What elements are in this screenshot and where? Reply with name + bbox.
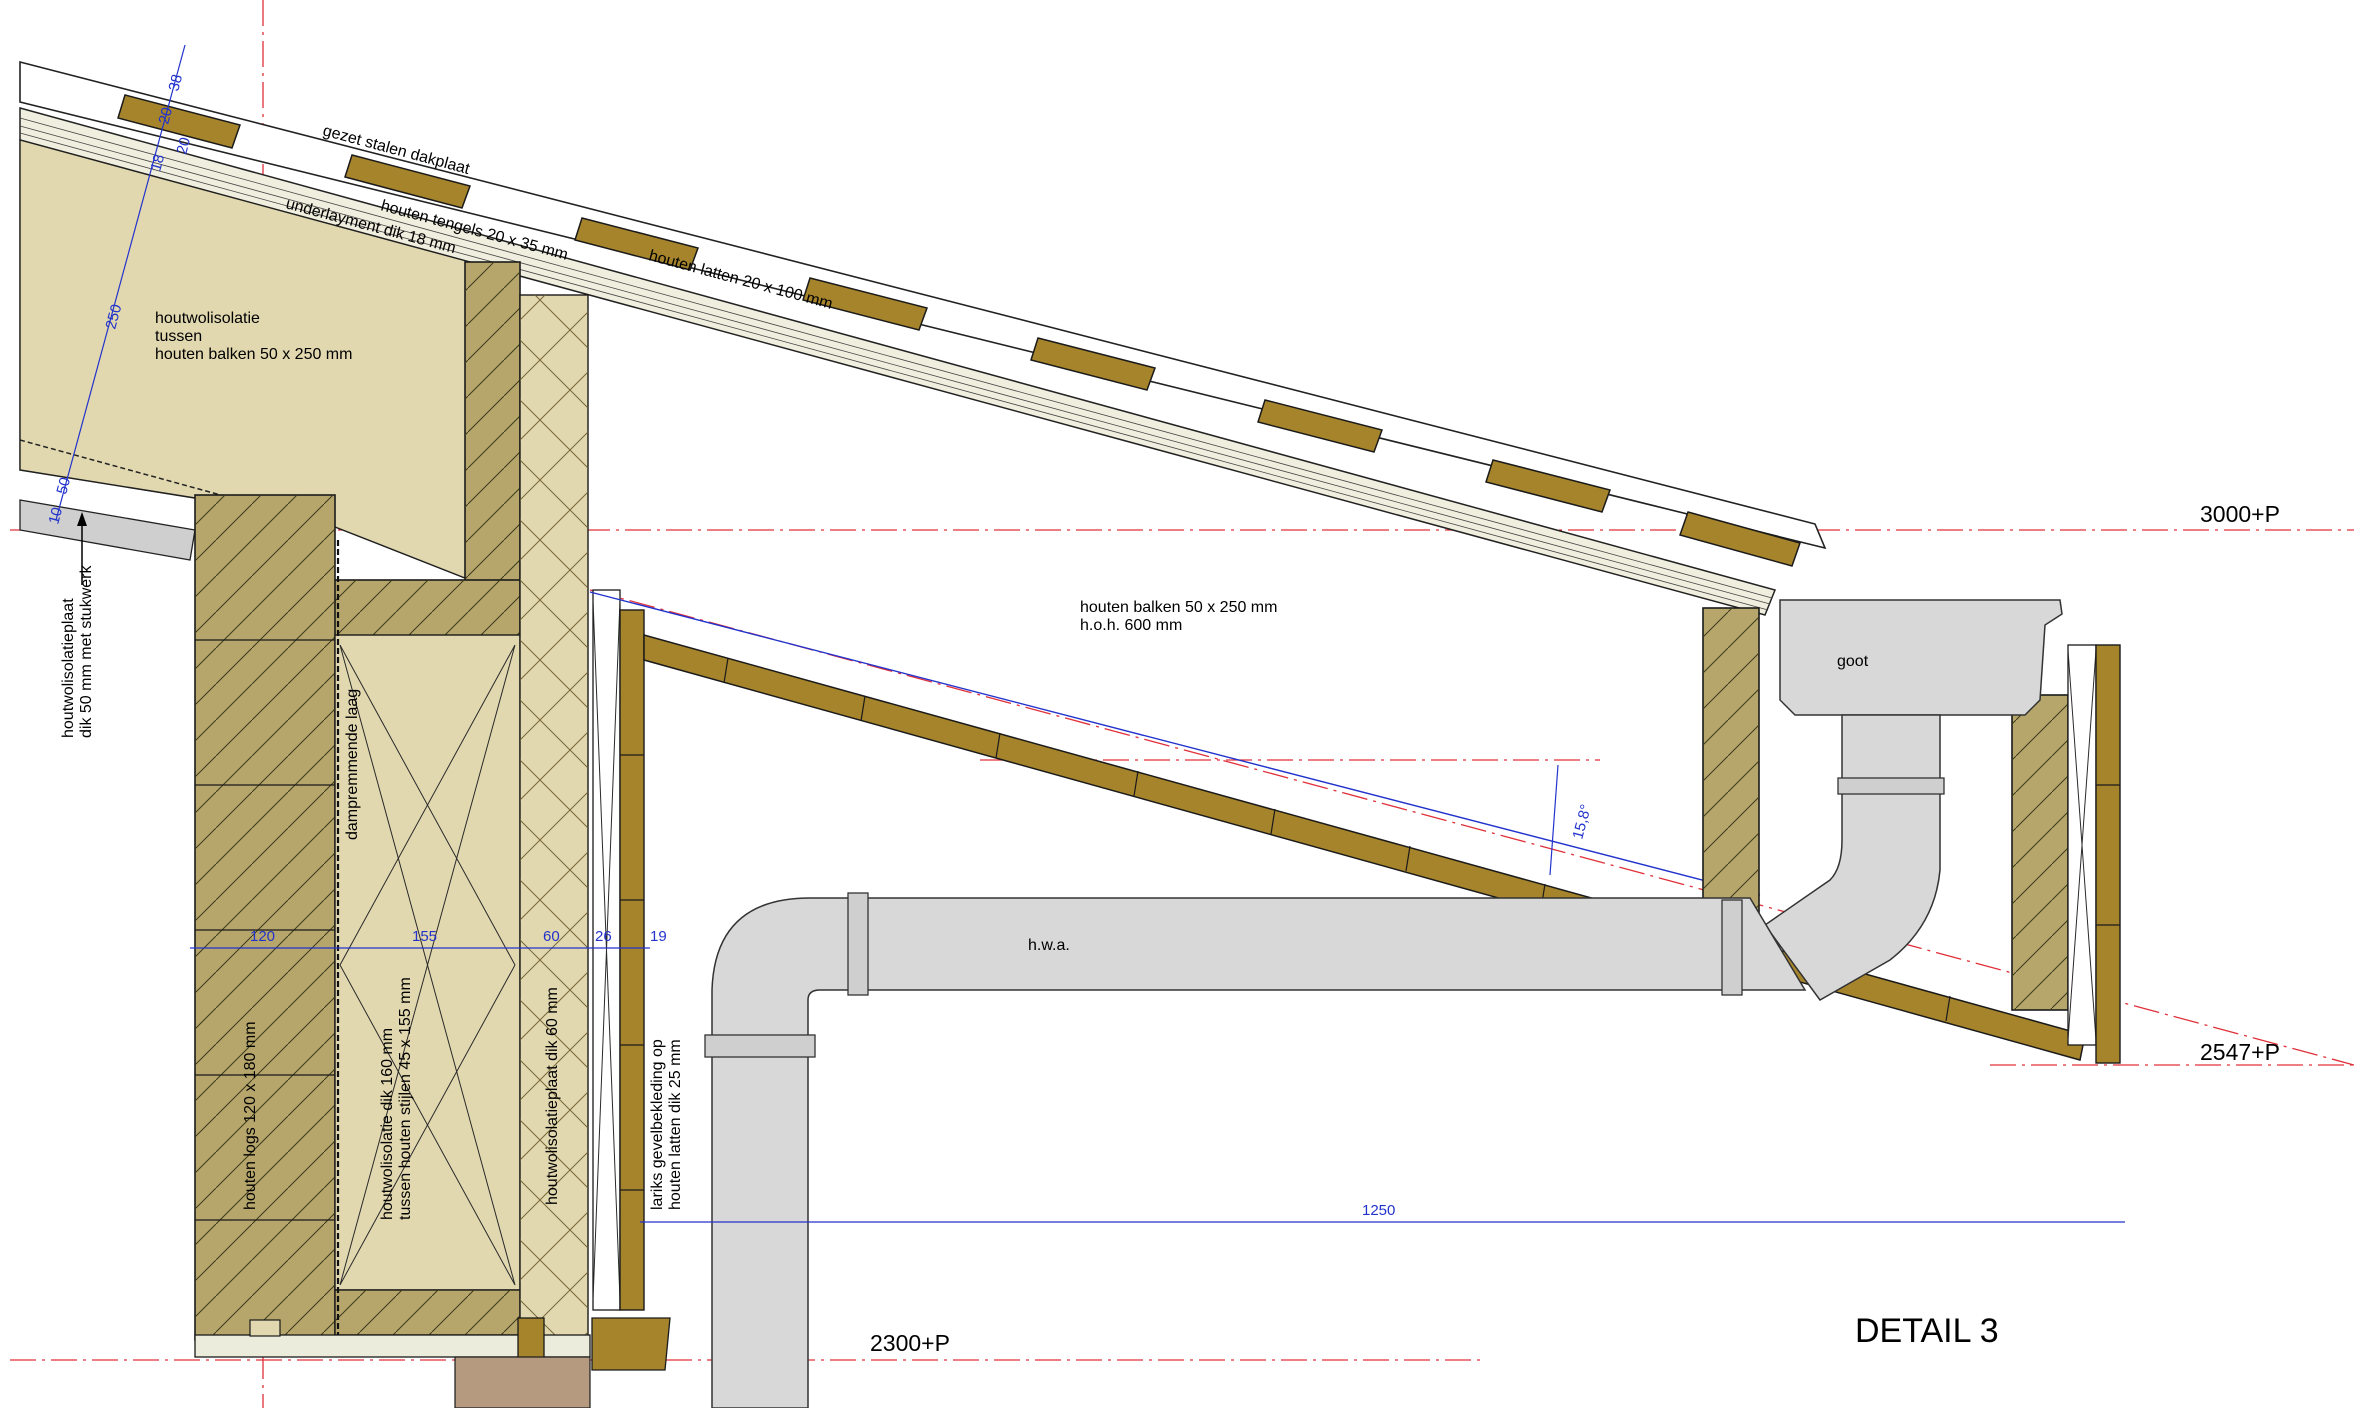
- level-floor: 2300+P: [870, 1330, 950, 1356]
- label-cladding-line1: lariks gevelbekleding op: [649, 1039, 666, 1210]
- label-downpipe: h.w.a.: [1028, 937, 1070, 954]
- dim-roof-38: 38: [165, 73, 186, 94]
- level-top: 3000+P: [2200, 501, 2280, 527]
- dim-wall-60: 60: [543, 928, 560, 945]
- larch-cladding: [619, 609, 645, 1311]
- label-logs: houten logs 120 x 180 mm: [242, 1021, 259, 1210]
- label-insulation-line1: houtwolisolatie: [155, 310, 260, 327]
- label-gutter: goot: [1837, 653, 1869, 670]
- foundation: [454, 1356, 591, 1408]
- dim-wall-26: 26: [595, 928, 612, 945]
- label-insulation-line2: tussen: [155, 328, 202, 345]
- dim-wall-19: 19: [650, 928, 667, 945]
- dim-wall-155: 155: [412, 928, 437, 945]
- label-ceiling-board-line1: houtwolisolatieplaat: [60, 598, 77, 738]
- dim-overhang-1250: 1250: [1362, 1202, 1395, 1219]
- label-vapor-barrier: dampremmende laag: [344, 689, 361, 840]
- label-ceiling-board-line2: dik 50 mm met stukwerk: [78, 565, 95, 738]
- wall-insulation: [334, 634, 521, 1291]
- horizontal-downpipe: [859, 897, 1807, 991]
- detail-title: DETAIL 3: [1855, 1312, 1999, 1350]
- label-cladding-line2: houten latten dik 25 mm: [667, 1039, 684, 1210]
- label-wall-board: houtwolisolatieplaat dik 60 mm: [544, 987, 561, 1205]
- ceiling-board: [19, 499, 196, 561]
- label-beams-line1: houten balken 50 x 250 mm: [1080, 599, 1277, 616]
- dim-wall-120: 120: [250, 928, 275, 945]
- label-wall-insulation-line2: tussen houten stijlen 45 x 155 mm: [397, 977, 414, 1220]
- gutter: [1779, 599, 2063, 716]
- label-wall-insulation-line1: houtwolisolatie dik 160 mm: [379, 1028, 396, 1220]
- label-insulation-line3: houten balken 50 x 250 mm: [155, 346, 352, 363]
- level-eave: 2547+P: [2200, 1039, 2280, 1065]
- label-beams-line2: h.o.h. 600 mm: [1080, 617, 1182, 634]
- construction-detail-drawing: 120 155 60 26 19 1250 20 38 20 18 250 50…: [10, 0, 2354, 1408]
- dim-angle: 15,8°: [1569, 803, 1595, 841]
